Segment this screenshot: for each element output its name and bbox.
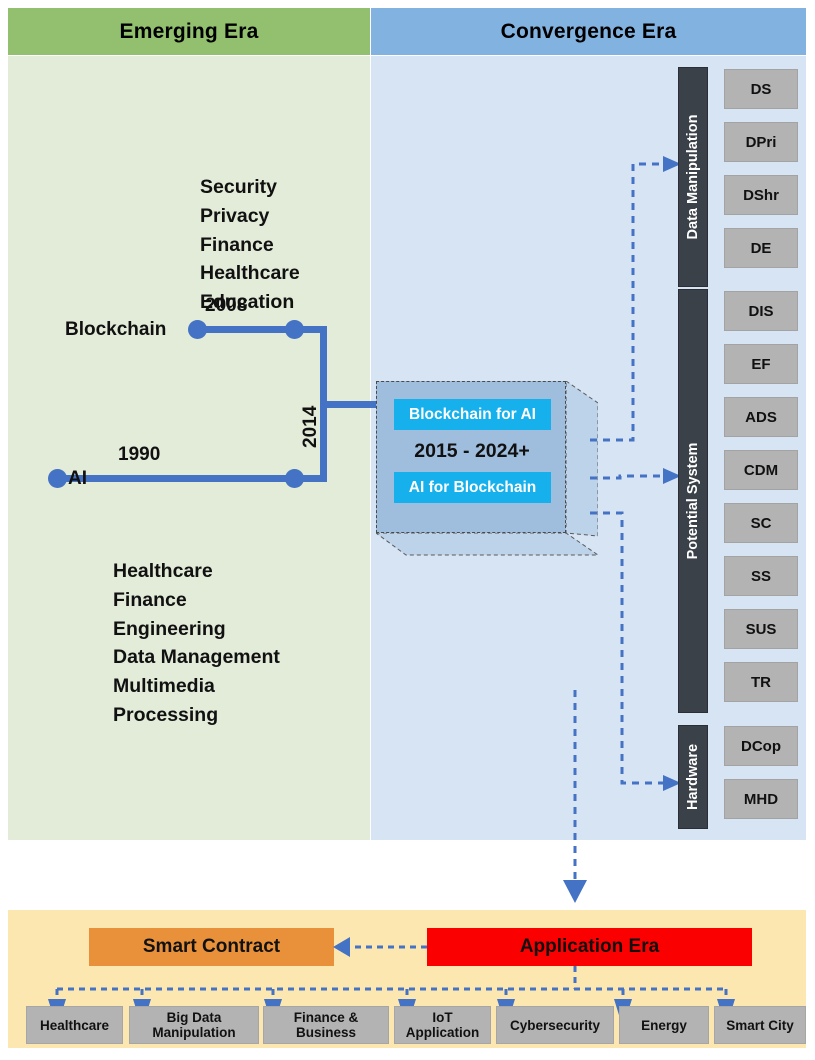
- item-box-dcop: DCop: [724, 726, 798, 766]
- app-box-energy: Energy: [619, 1006, 709, 1044]
- application-panel: Smart Contract Application Era Healthcar…: [8, 910, 806, 1048]
- application-era-label: Application Era: [519, 936, 660, 957]
- timeline-node-blockchain-end: [285, 320, 304, 339]
- timeline-blockchain-segment: [197, 326, 327, 333]
- item-box-cdm: CDM: [724, 450, 798, 490]
- timeline-blockchain-label: Blockchain: [65, 319, 167, 340]
- timeline-ai-year: 1990: [118, 444, 161, 465]
- item-box-tr: TR: [724, 662, 798, 702]
- timeline-merge-year: 2014: [300, 405, 321, 448]
- item-box-ss: SS: [724, 556, 798, 596]
- emerging-era-header: Emerging Era: [8, 8, 370, 55]
- item-box-dis: DIS: [724, 291, 798, 331]
- timeline-node-ai-start: [48, 469, 67, 488]
- item-box-dpri: DPri: [724, 122, 798, 162]
- item-box-dshr: DShr: [724, 175, 798, 215]
- app-box-iot-application: IoT Application: [394, 1006, 491, 1044]
- cube-chip-blockchain-for-ai: Blockchain for AI: [394, 399, 551, 430]
- timeline-blockchain-year: 2008: [205, 295, 248, 316]
- cube-front-face: Blockchain for AI 2015 - 2024+ AI for Bl…: [376, 381, 566, 533]
- category-bar-potential-system: Potential System: [678, 289, 708, 713]
- category-label-data-manipulation: Data Manipulation: [685, 114, 701, 240]
- cube-right-face: [565, 381, 598, 537]
- app-box-big-data-manipulation: Big Data Manipulation: [129, 1006, 259, 1044]
- category-label-hardware: Hardware: [685, 743, 701, 811]
- convergence-era-title: Convergence Era: [500, 19, 677, 43]
- app-box-smart-city: Smart City: [714, 1006, 806, 1044]
- item-box-sus: SUS: [724, 609, 798, 649]
- smart-contract-label: Smart Contract: [142, 936, 281, 957]
- convergence-cube: Blockchain for AI 2015 - 2024+ AI for Bl…: [376, 381, 598, 558]
- cube-chip-ai-for-blockchain: AI for Blockchain: [394, 472, 551, 503]
- app-box-finance-business: Finance & Business: [263, 1006, 389, 1044]
- arrowhead-to-application-era: [563, 880, 587, 903]
- item-box-ads: ADS: [724, 397, 798, 437]
- cube-year-range: 2015 - 2024+: [414, 440, 530, 462]
- convergence-era-header: Convergence Era: [371, 8, 806, 55]
- category-bar-hardware: Hardware: [678, 725, 708, 829]
- app-box-cybersecurity: Cybersecurity: [496, 1006, 614, 1044]
- application-era-box: Application Era: [427, 928, 752, 966]
- item-box-sc: SC: [724, 503, 798, 543]
- diagram-canvas: Emerging Era Convergence Era Security Pr…: [0, 0, 815, 1060]
- arrowhead-smart-contract: [333, 937, 350, 957]
- top-panel: Emerging Era Convergence Era Security Pr…: [8, 8, 806, 840]
- item-box-mhd: MHD: [724, 779, 798, 819]
- timeline-node-ai-end: [285, 469, 304, 488]
- smart-contract-box: Smart Contract: [89, 928, 334, 966]
- item-box-ds: DS: [724, 69, 798, 109]
- item-box-de: DE: [724, 228, 798, 268]
- emerging-era-title: Emerging Era: [119, 19, 259, 43]
- ai-domain-list: Healthcare Finance Engineering Data Mana…: [113, 560, 280, 726]
- category-label-potential-system: Potential System: [685, 442, 701, 560]
- item-box-ef: EF: [724, 344, 798, 384]
- timeline-ai-label: AI: [68, 468, 87, 489]
- app-box-healthcare: Healthcare: [26, 1006, 123, 1044]
- category-bar-data-manipulation: Data Manipulation: [678, 67, 708, 287]
- cube-bottom-face: [376, 532, 598, 556]
- timeline-node-blockchain-start: [188, 320, 207, 339]
